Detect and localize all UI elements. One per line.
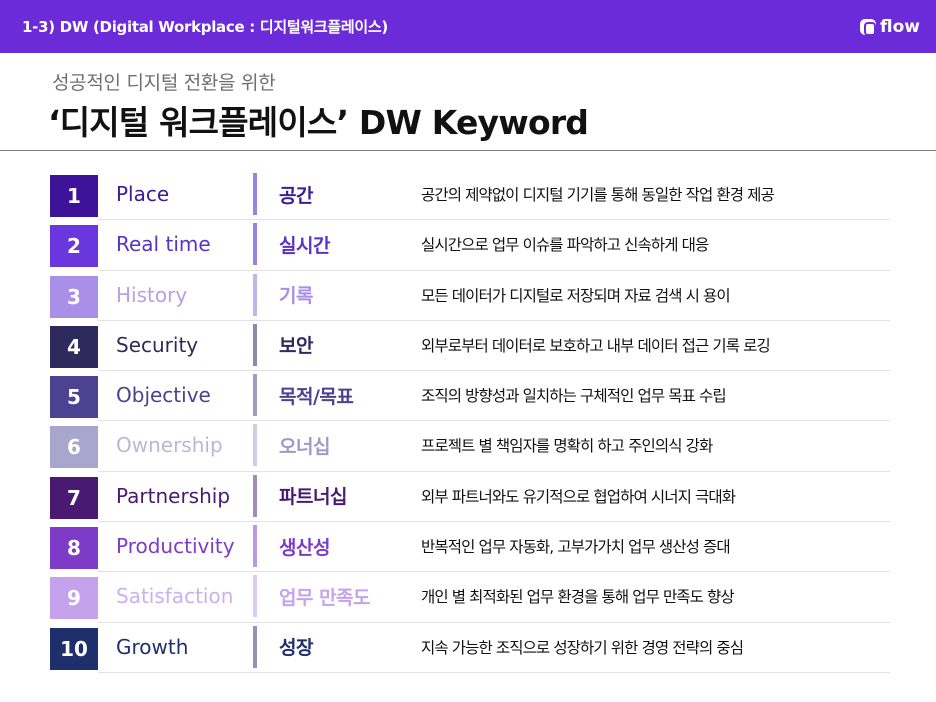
keyword-divider-bar [253,273,257,316]
keyword-korean: 생산성 [279,536,330,559]
keyword-description: 조직의 방향성과 일치하는 구체적인 업무 목표 수립 [421,387,727,406]
keyword-description: 외부 파트너와도 유기적으로 협업하여 시너지 극대화 [421,487,736,506]
keyword-description: 모든 데이터가 디지털로 저장되며 자료 검색 시 용이 [421,286,731,305]
keyword-divider-bar [253,575,257,618]
keyword-english: Security [116,332,199,357]
keyword-row: 8 Productivity 생산성 반복적인 업무 자동화, 고부가가치 업무… [50,522,890,573]
keyword-korean: 기록 [279,285,313,308]
keyword-number-badge: 4 [50,325,98,368]
keyword-row: 3 History 기록 모든 데이터가 디지털로 저장되며 자료 검색 시 용… [50,271,890,322]
keyword-korean: 업무 만족도 [279,586,371,609]
page-subtitle: 성공적인 디지털 전환을 위한 [52,72,276,94]
title-divider [0,150,936,151]
keyword-divider-bar [253,223,257,266]
keyword-korean: 성장 [279,637,313,660]
keyword-english: Satisfaction [116,584,234,609]
keyword-korean: 실시간 [279,234,330,257]
keyword-english: Partnership [116,483,231,508]
keyword-number-badge: 1 [50,175,98,217]
keyword-description: 외부로부터 데이터로 보호하고 내부 데이터 접근 기록 로깅 [421,336,771,355]
keyword-row: 7 Partnership 파트너십 외부 파트너와도 유기적으로 협업하여 시… [50,472,890,523]
keyword-divider-bar [253,625,257,668]
keyword-english: Real time [116,232,211,257]
keyword-row: 5 Objective 목적/목표 조직의 방향성과 일치하는 구체적인 업무 … [50,371,890,422]
keyword-divider-bar [253,474,257,517]
keyword-divider-bar [253,173,257,215]
header-title: 1-3) DW (Digital Workplace : 디지털워크플레이스) [22,18,388,36]
keyword-english: Productivity [116,534,235,559]
keyword-row: 10 Growth 성장 지속 가능한 조직으로 성장하기 위한 경영 전략의 … [50,623,890,674]
keyword-divider-bar [253,374,257,417]
header-bar: 1-3) DW (Digital Workplace : 디지털워크플레이스) … [0,0,936,53]
keyword-korean: 목적/목표 [279,385,354,408]
keyword-divider-bar [253,424,257,467]
flow-logo[interactable]: flow [860,17,920,37]
keyword-row: 4 Security 보안 외부로부터 데이터로 보호하고 내부 데이터 접근 … [50,321,890,372]
keyword-description: 개인 별 최적화된 업무 환경을 통해 업무 만족도 향상 [421,588,735,607]
keyword-english: Ownership [116,433,223,458]
keyword-number-badge: 3 [50,275,98,318]
keyword-korean: 공간 [279,184,313,207]
flow-logo-icon [860,18,876,36]
keyword-number-badge: 5 [50,376,98,419]
keyword-korean: 파트너십 [279,486,347,509]
keyword-description: 반복적인 업무 자동화, 고부가가치 업무 생산성 증대 [421,538,731,557]
keyword-number-badge: 6 [50,426,98,469]
keyword-row: 1 Place 공간 공간의 제약없이 디지털 기기를 통해 동일한 작업 환경… [50,170,890,221]
keyword-row: 2 Real time 실시간 실시간으로 업무 이슈를 파악하고 신속하게 대… [50,220,890,271]
keyword-english: Growth [116,634,189,659]
logo-text: flow [880,16,920,37]
keyword-description: 프로젝트 별 책임자를 명확히 하고 주인의식 강화 [421,437,713,456]
keyword-divider-bar [253,525,257,568]
keyword-row: 9 Satisfaction 업무 만족도 개인 별 최적화된 업무 환경을 통… [50,572,890,623]
keyword-number-badge: 10 [50,627,98,670]
page-title: ‘디지털 워크플레이스’ DW Keyword [48,103,589,142]
keyword-english: Objective [116,383,211,408]
keyword-number-badge: 8 [50,527,98,570]
keyword-number-badge: 9 [50,577,98,620]
keyword-english: Place [116,182,170,206]
keyword-row: 6 Ownership 오너십 프로젝트 별 책임자를 명확히 하고 주인의식 … [50,421,890,473]
keyword-description: 지속 가능한 조직으로 성장하기 위한 경영 전략의 중심 [421,638,744,657]
keyword-english: History [116,282,188,307]
keyword-korean: 보안 [279,335,313,358]
keyword-description: 실시간으로 업무 이슈를 파악하고 신속하게 대응 [421,236,709,255]
keyword-divider-bar [253,323,257,366]
keyword-list: 1 Place 공간 공간의 제약없이 디지털 기기를 통해 동일한 작업 환경… [50,170,890,674]
keyword-korean: 오너십 [279,435,330,458]
keyword-number-badge: 2 [50,225,98,268]
keyword-number-badge: 7 [50,476,98,519]
keyword-description: 공간의 제약없이 디지털 기기를 통해 동일한 작업 환경 제공 [421,186,775,204]
